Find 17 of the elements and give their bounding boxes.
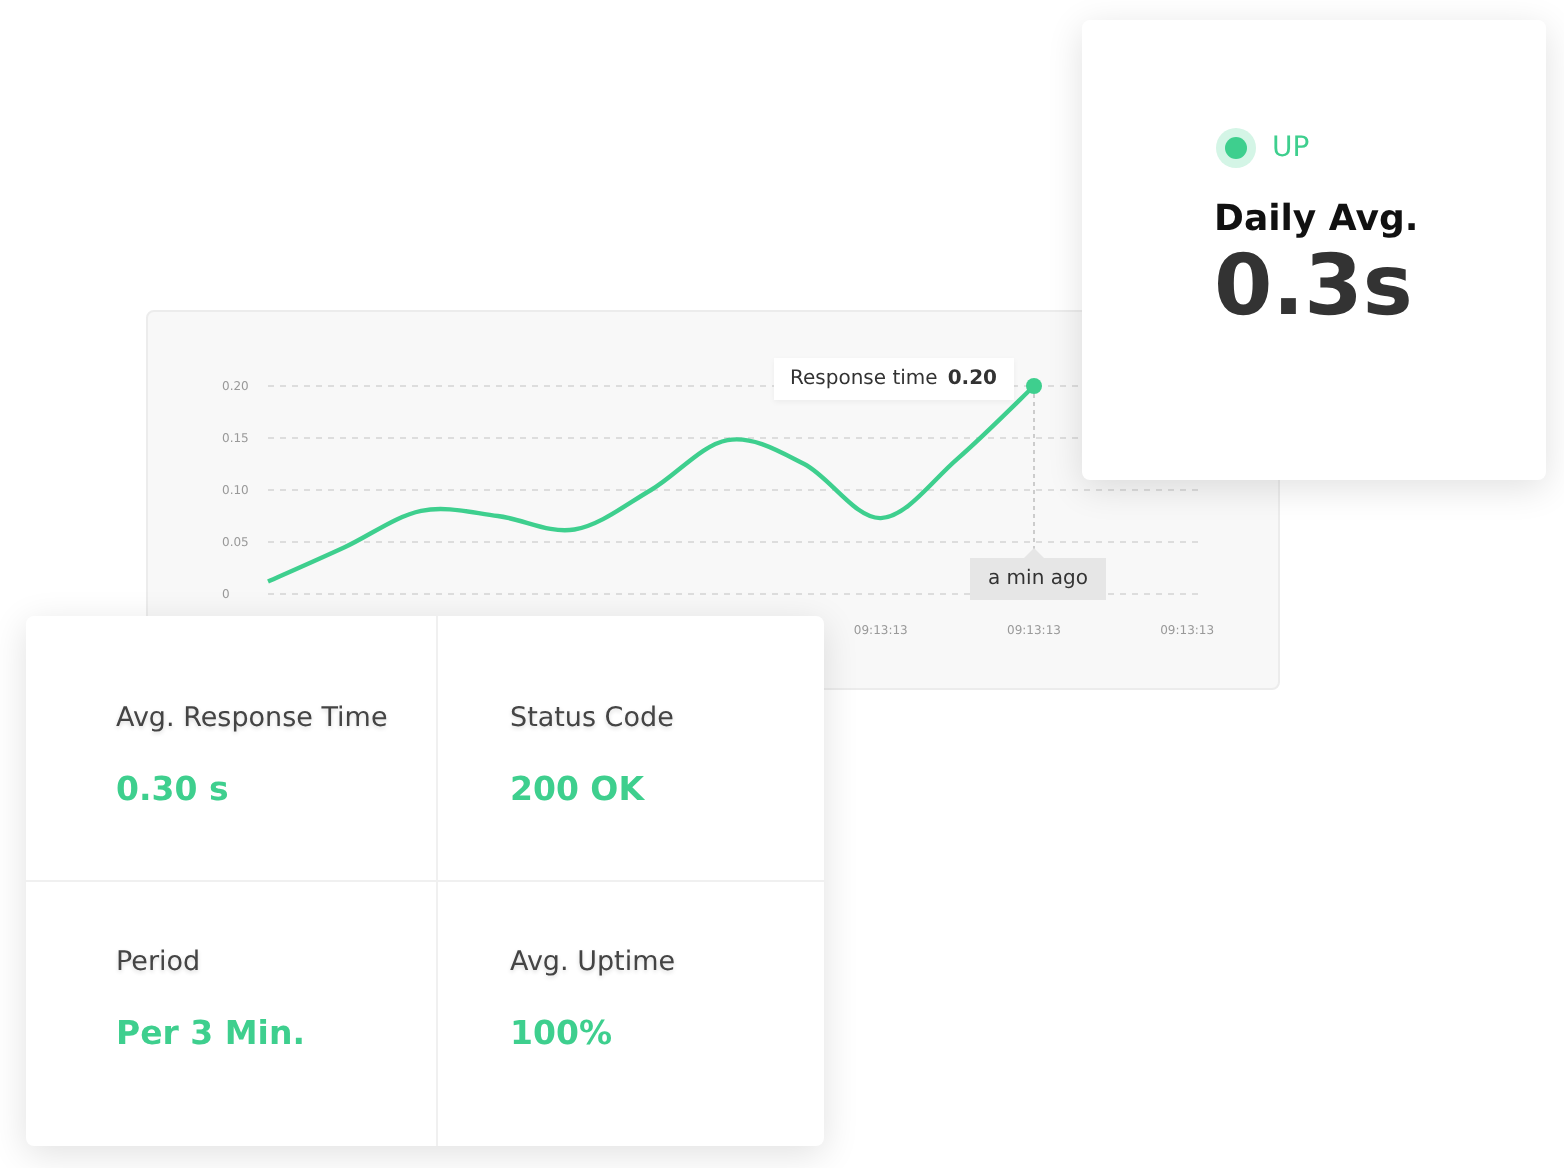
card-title: Daily Avg. — [1214, 198, 1421, 240]
metric-value: 100% — [510, 1014, 614, 1052]
data-point — [1026, 378, 1042, 394]
metric-value: 0.30 s — [116, 770, 231, 808]
pointer-icon — [1024, 548, 1044, 558]
metric-label: Avg. Response Time — [116, 702, 390, 734]
metric-value: 200 OK — [510, 770, 647, 808]
metric-value: Per 3 Min. — [116, 1014, 307, 1052]
metric-label: Status Code — [510, 702, 676, 734]
status-dot-icon — [1214, 126, 1258, 170]
time-label: a min ago — [970, 558, 1106, 600]
daily-average-value: 0.3s — [1214, 240, 1413, 333]
tooltip-label: Response time — [790, 368, 938, 390]
metric-label: Period — [116, 946, 203, 978]
metric-label: Avg. Uptime — [510, 946, 678, 978]
status-text: UP — [1272, 132, 1310, 164]
tooltip-value: 0.20 — [947, 368, 997, 390]
